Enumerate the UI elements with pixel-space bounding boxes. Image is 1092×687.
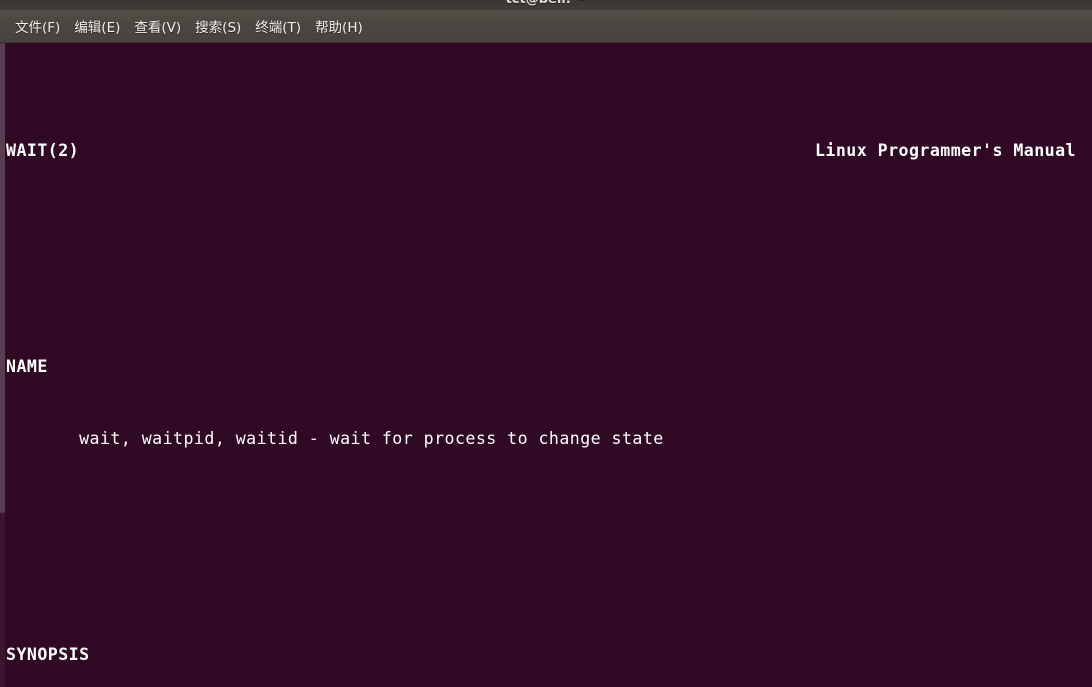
terminal-screen[interactable]: WAIT(2) Linux Programmer's Manual NAME wa… [0, 43, 1092, 687]
terminal-scrollbar[interactable] [0, 43, 5, 687]
menu-item-search[interactable]: 搜索(S) [188, 13, 248, 40]
terminal-window: tct@bell: ~ 文件(F) 编辑(E) 查看(V) 搜索(S) 终端(T… [0, 0, 1092, 687]
menu-item-view[interactable]: 查看(V) [127, 13, 188, 40]
synopsis-heading-text: SYNOPSIS [6, 645, 90, 664]
man-page-content: WAIT(2) Linux Programmer's Manual NAME wa… [6, 43, 1086, 687]
section-heading-name: NAME [6, 355, 1086, 379]
menu-item-edit[interactable]: 编辑(E) [67, 13, 127, 40]
name-body-row: wait, waitpid, waitid - wait for process… [6, 427, 1086, 451]
menubar: 文件(F) 编辑(E) 查看(V) 搜索(S) 终端(T) 帮助(H) [0, 10, 1092, 43]
man-header-row: WAIT(2) Linux Programmer's Manual [6, 139, 1086, 163]
menu-item-help[interactable]: 帮助(H) [308, 13, 370, 40]
name-body-text: wait, waitpid, waitid - wait for process… [79, 429, 664, 448]
terminal-scrollbar-thumb[interactable] [0, 43, 5, 513]
man-header-right: Linux Programmer's Manual [814, 141, 1076, 160]
name-body-indent [6, 429, 79, 448]
window-titlebar[interactable]: tct@bell: ~ [0, 0, 1092, 10]
man-header-left: WAIT(2) [6, 141, 80, 160]
window-title: tct@bell: ~ [0, 0, 1092, 8]
blank-row [6, 235, 1086, 259]
menu-item-terminal[interactable]: 终端(T) [248, 13, 308, 40]
section-heading-synopsis: SYNOPSIS [6, 643, 1086, 667]
blank-row [6, 523, 1086, 547]
name-heading-text: NAME [6, 357, 48, 376]
menu-item-file[interactable]: 文件(F) [8, 13, 67, 40]
